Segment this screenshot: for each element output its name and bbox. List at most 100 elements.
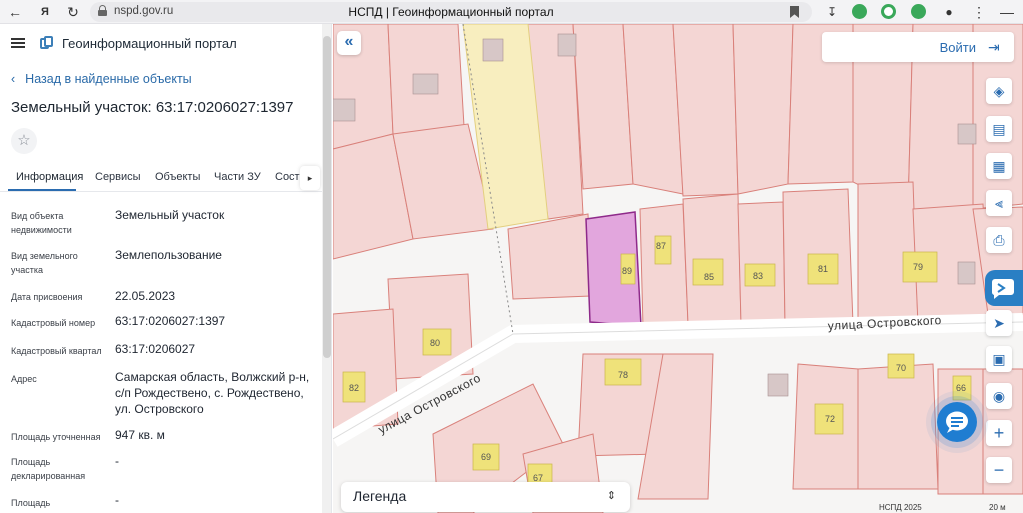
zoom-out-icon[interactable]: −	[986, 457, 1012, 483]
house-number: 87	[656, 241, 666, 251]
house-number: 83	[753, 271, 763, 281]
extension-ring-icon[interactable]	[881, 4, 896, 19]
house-number: 82	[349, 383, 359, 393]
parcel	[639, 203, 689, 328]
parcel	[507, 213, 592, 300]
structure	[482, 38, 504, 62]
login-button[interactable]: Войти ⇥	[822, 32, 1014, 62]
yandex-icon[interactable]: Я	[36, 3, 54, 21]
legend-dropdown[interactable]: Легенда ⇕	[341, 482, 630, 512]
extension-shield-icon[interactable]	[852, 4, 867, 19]
row-value-cadastral-number: 63:17:0206027:1397	[115, 314, 226, 328]
window-minimize-icon[interactable]: ―	[998, 3, 1016, 21]
house-number: 69	[481, 452, 491, 462]
structure	[957, 123, 977, 145]
favorite-star-icon[interactable]: ☆	[11, 128, 37, 154]
row-label-area-declared: Площадь декларированная	[11, 457, 86, 481]
house-number: 78	[618, 370, 628, 380]
location-icon[interactable]: ◉	[986, 383, 1012, 409]
house-number: 80	[430, 338, 440, 348]
parcel	[672, 24, 739, 197]
parcel	[737, 201, 786, 325]
reload-icon[interactable]: ↻	[64, 3, 82, 21]
tab-land-parts[interactable]: Части ЗУ	[214, 171, 261, 183]
row-label-area-refined: Площадь уточненная	[11, 432, 101, 442]
back-link-label: Назад в найденные объекты	[25, 72, 192, 86]
structure	[957, 261, 976, 285]
parcel	[732, 24, 794, 195]
structure	[557, 33, 577, 57]
house-number: 79	[913, 262, 923, 272]
parcel	[572, 24, 634, 190]
browser-toolbar: ← Я ↻ nspd.gov.ru НСПД | Геоинформационн…	[0, 0, 1023, 24]
share-icon[interactable]: ⫷	[986, 190, 1012, 216]
legend-label: Легенда	[353, 488, 407, 504]
chevron-up-down-icon: ⇕	[606, 490, 616, 502]
row-label-cadastral-quarter: Кадастровый квартал	[11, 346, 102, 356]
info-panel: Геоинформационный портал ‹ Назад в найден…	[0, 24, 332, 513]
row-label-cadastral-number: Кадастровый номер	[11, 318, 96, 328]
house-number: 70	[896, 363, 906, 373]
menu-dots-icon[interactable]: ⋮	[970, 3, 988, 21]
cadastral-map[interactable]: улица Островского улица Островского 89 8…	[333, 24, 1023, 513]
tab-title: НСПД | Геоинформационный портал	[348, 5, 554, 19]
object-tabs: Информация Сервисы Объекты Части ЗУ Сост…	[0, 166, 322, 192]
address-bar[interactable]: nspd.gov.ru НСПД | Геоинформационный пор…	[90, 2, 812, 22]
house-number: 85	[704, 272, 714, 282]
gosuslugi-feedback-icon[interactable]	[985, 270, 1023, 306]
house-number: 89	[622, 266, 632, 276]
menu-icon[interactable]	[11, 38, 25, 48]
login-icon: ⇥	[988, 39, 1000, 55]
row-value-cadastral-quarter: 63:17:0206027	[115, 342, 196, 356]
select-area-icon[interactable]: ▦	[986, 153, 1012, 179]
tab-objects[interactable]: Объекты	[155, 171, 200, 183]
active-tab-indicator	[8, 189, 76, 191]
row-label-area: Площадь	[11, 498, 51, 508]
row-label-date: Дата присвоения	[11, 292, 83, 302]
structure	[333, 98, 356, 122]
ruler-icon[interactable]: ▤	[986, 116, 1012, 142]
row-value-date: 22.05.2023	[115, 289, 176, 303]
back-arrow-icon[interactable]: ←	[6, 3, 24, 21]
panel-scrollbar-thumb[interactable]	[323, 36, 331, 358]
print-icon[interactable]: ⎙	[986, 227, 1012, 253]
row-value-address: Самарская область, Волжский р-н, с/п Рож…	[115, 370, 310, 416]
download-icon[interactable]: ↧	[823, 3, 841, 21]
tabs-scroll-right-icon[interactable]: ▸	[300, 166, 320, 190]
collapse-panel-button[interactable]: «	[337, 31, 361, 55]
login-label: Войти	[939, 40, 976, 55]
tab-services[interactable]: Сервисы	[95, 171, 141, 183]
chevron-left-icon: ‹	[11, 72, 16, 86]
structure	[412, 73, 439, 95]
object-title: Земельный участок: 63:17:0206027:1397	[11, 99, 294, 116]
portal-logo-icon	[40, 36, 53, 50]
navigate-icon[interactable]: ➤	[986, 310, 1012, 336]
profile-icon[interactable]: ●	[940, 3, 958, 21]
map-footer: НСПД 2025 20 м	[877, 503, 1023, 513]
row-label-address: Адрес	[11, 374, 37, 384]
extension-check-icon[interactable]	[911, 4, 926, 19]
tab-information[interactable]: Информация	[16, 171, 83, 183]
zoom-in-icon[interactable]: +	[986, 420, 1012, 446]
row-label-parcel-type: Вид земельного участка	[11, 251, 78, 275]
row-label-object-type: Вид объекта недвижимости	[11, 211, 72, 235]
row-value-area: -	[115, 493, 119, 507]
house-number: 81	[818, 264, 828, 274]
map-copyright: НСПД 2025	[879, 503, 922, 512]
map-preview-icon[interactable]: ▣	[986, 346, 1012, 372]
layers-icon[interactable]: ◈	[986, 78, 1012, 104]
row-value-object-type: Земельный участок	[115, 208, 225, 222]
chat-icon	[946, 411, 968, 433]
row-value-parcel-type: Землепользование	[115, 248, 222, 262]
app-title: Геоинформационный портал	[62, 36, 237, 51]
structure	[767, 373, 789, 397]
chat-button[interactable]	[937, 402, 977, 442]
map-canvas[interactable]: улица Островского улица Островского 89 8…	[333, 24, 1023, 513]
map-scale: 20 м	[989, 503, 1006, 512]
house-number: 72	[825, 414, 835, 424]
back-to-results-link[interactable]: ‹ Назад в найденные объекты	[11, 72, 192, 86]
row-value-area-declared: -	[115, 454, 119, 468]
parcel	[857, 363, 939, 490]
row-value-area-refined: 947 кв. м	[115, 428, 165, 442]
house-number: 66	[956, 383, 966, 393]
